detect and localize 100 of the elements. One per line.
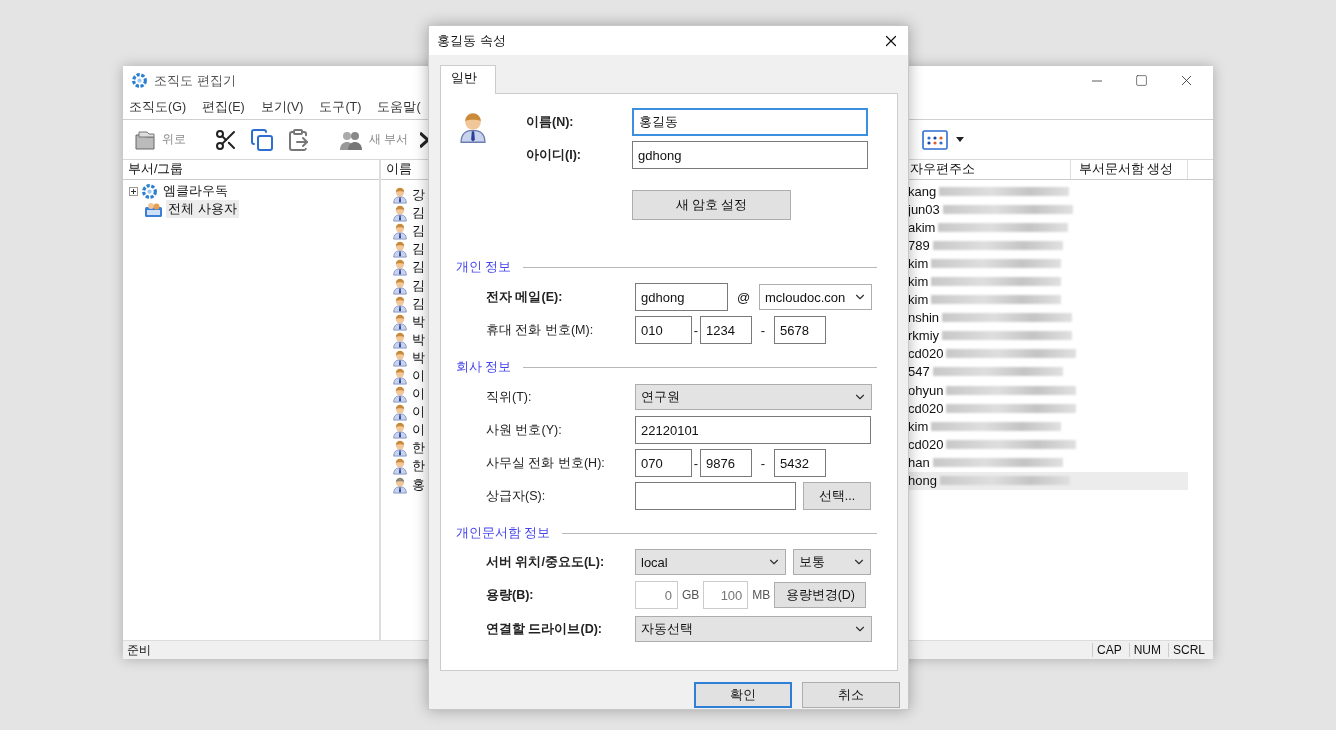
tree-item[interactable]: 엠클라우독	[161, 182, 230, 200]
table-cell: 김	[412, 204, 425, 223]
domain-combo-box[interactable]: mcloudoc.con	[759, 284, 872, 310]
caret-icon[interactable]	[956, 137, 964, 142]
table-row[interactable]: rkmiy	[908, 326, 1188, 345]
table-row[interactable]: ohyun	[908, 381, 1188, 400]
person-icon	[391, 385, 409, 404]
select-button[interactable]: 선택...	[803, 482, 871, 510]
at-sign: @	[736, 289, 751, 305]
menu-item[interactable]: 도구(T)	[319, 98, 362, 116]
maximize-icon[interactable]	[1135, 74, 1148, 87]
dropdown[interactable]: 보통	[793, 549, 871, 575]
person-icon	[391, 403, 409, 422]
table-row[interactable]: jun03	[908, 200, 1188, 219]
input-field[interactable]: gdhong	[632, 141, 868, 169]
table-row[interactable]: cd020	[908, 435, 1188, 454]
table-row[interactable]: 547	[908, 362, 1188, 382]
menu-item[interactable]: 보기(V)	[260, 98, 304, 116]
input-field[interactable]: 홍길동	[632, 108, 868, 136]
input-field[interactable]: 22120101	[635, 416, 871, 444]
field-label: 전자 메일(E):	[486, 288, 564, 306]
toolbar-button[interactable]: 새 부서	[332, 123, 415, 156]
person-icon	[391, 475, 409, 494]
table-row[interactable]: han	[908, 453, 1188, 472]
ok-button[interactable]: 확인	[694, 682, 792, 708]
field-label: 직위(T):	[486, 388, 533, 406]
table-cell: han	[908, 454, 930, 470]
table-cell: hong	[908, 473, 937, 489]
input-field[interactable]: gdhong	[635, 283, 728, 311]
field-label: 사원 번호(Y):	[486, 421, 563, 439]
table-row[interactable]: kim	[908, 290, 1188, 309]
toolbar-button[interactable]: 위로	[127, 123, 192, 156]
table-row[interactable]: kim	[908, 272, 1188, 291]
window-title: 조직도 편집기	[154, 71, 236, 90]
table-cell: kim	[908, 418, 929, 434]
status-indicator: CAP	[1091, 643, 1126, 657]
tree-item[interactable]: 전체 사용자	[166, 200, 239, 218]
cut-icon[interactable]	[214, 127, 238, 152]
table-cell: 김	[412, 258, 425, 277]
input-field[interactable]: 1234	[700, 316, 752, 344]
table-cell: kim	[908, 292, 929, 308]
table-row[interactable]: kim	[908, 254, 1188, 273]
table-cell: 박	[412, 348, 425, 367]
person-icon	[391, 240, 409, 259]
folders-icon	[133, 128, 157, 151]
table-cell: 김	[412, 240, 425, 259]
table-row[interactable]: cd020	[908, 344, 1188, 363]
copy-icon[interactable]	[250, 127, 274, 152]
dropdown[interactable]: local	[635, 549, 786, 575]
table-cell: 홍	[412, 475, 425, 494]
input-field[interactable]: 070	[635, 449, 692, 477]
menu-item[interactable]: 조직도(G)	[129, 98, 187, 116]
section-title: 개인문서함 정보	[456, 524, 551, 542]
table-row[interactable]: hong	[908, 471, 1188, 490]
table-row[interactable]: nshin	[908, 308, 1188, 327]
paste-icon[interactable]	[286, 127, 310, 152]
table-row[interactable]: akim	[908, 218, 1188, 237]
table-cell: 이	[412, 403, 425, 422]
tab[interactable]: 일반	[440, 65, 496, 94]
table-cell: rkmiy	[908, 328, 940, 344]
set-password-button[interactable]: 새 암호 설정	[632, 190, 791, 220]
person-icon	[391, 294, 409, 313]
dialog-title: 홍길동 속성	[437, 31, 506, 50]
table-cell: 547	[908, 364, 930, 380]
table-cell: ohyun	[908, 382, 944, 398]
person-icon	[391, 367, 409, 385]
status-indicator: NUM	[1128, 643, 1165, 657]
table-row[interactable]: kang	[908, 182, 1188, 201]
input-field[interactable]: 9876	[700, 449, 752, 477]
field-label: 사무실 전화 번호(H):	[486, 454, 606, 472]
separator-text: -	[693, 322, 699, 338]
separator-text: -	[760, 455, 766, 471]
expand-toggle[interactable]	[129, 186, 138, 196]
field-label: 상급자(S):	[486, 487, 547, 505]
input-field[interactable]: 5678	[774, 316, 826, 344]
unit-label: GB	[681, 588, 701, 602]
grid-view-icon[interactable]	[922, 129, 948, 150]
person-icon	[391, 276, 409, 295]
table-row[interactable]: cd020	[908, 399, 1188, 418]
table-row[interactable]: kim	[908, 417, 1188, 436]
table-row[interactable]: 789	[908, 236, 1188, 255]
table-cell: 김	[412, 294, 425, 313]
field-label: 용량(B):	[486, 586, 535, 604]
dropdown[interactable]: 자동선택	[635, 616, 872, 642]
dropdown[interactable]: 연구원	[635, 384, 872, 410]
input-field[interactable]: 5432	[774, 449, 826, 477]
menu-item[interactable]: 편집(E)	[202, 98, 245, 116]
table-cell: jun03	[908, 201, 940, 217]
table-cell: 박	[412, 312, 425, 331]
menu-item[interactable]: 도움말(	[377, 98, 421, 116]
table-cell: 789	[908, 237, 930, 253]
cancel-button[interactable]: 취소	[802, 682, 900, 708]
person-icon	[391, 348, 409, 367]
input-field[interactable]	[635, 482, 796, 510]
separator-text: -	[693, 455, 699, 471]
table-cell: kang	[908, 183, 937, 199]
person-icon	[391, 186, 409, 205]
person-icon	[391, 204, 409, 223]
input-field[interactable]: 010	[635, 316, 692, 344]
section-title: 개인 정보	[456, 258, 512, 276]
